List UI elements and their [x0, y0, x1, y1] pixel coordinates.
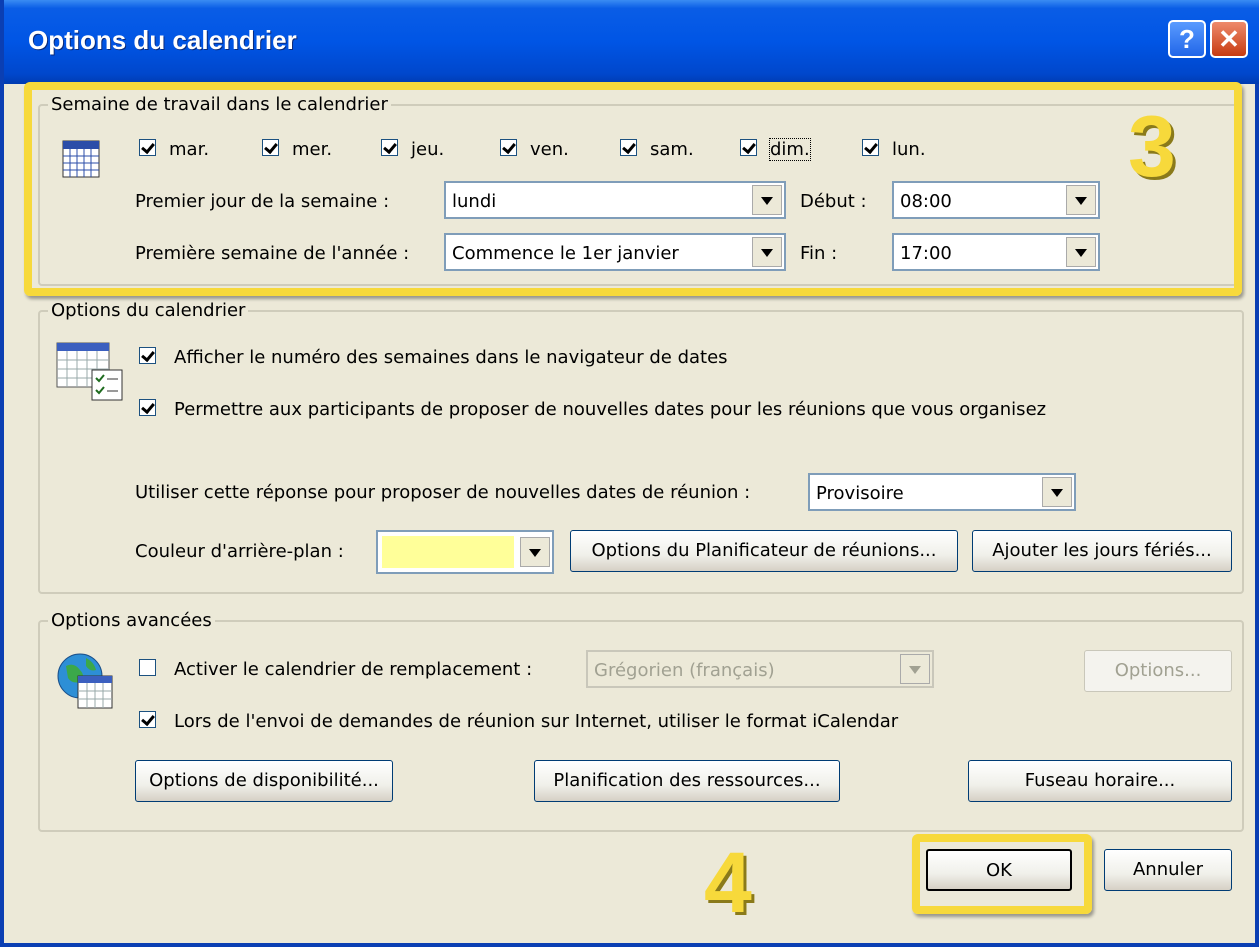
allow-propose-label: Permettre aux participants de proposer d… [174, 399, 1047, 420]
day-label-dim: dim. [769, 138, 811, 161]
cancel-button[interactable]: Annuler [1104, 849, 1232, 891]
add-holidays-button[interactable]: Ajouter les jours fériés... [972, 530, 1232, 572]
availability-options-button[interactable]: Options de disponibilité... [135, 760, 393, 802]
checkbox-day-dim[interactable] [740, 139, 757, 156]
response-label: Utiliser cette réponse pour proposer de … [135, 482, 751, 503]
week-numbers-label: Afficher le numéro des semaines dans le … [174, 347, 728, 368]
alt-calendar-options-button[interactable]: Options... [1084, 650, 1232, 692]
first-day-select[interactable]: lundi [444, 181, 786, 219]
chevron-down-icon[interactable] [752, 185, 782, 215]
end-time-value: 17:00 [900, 243, 952, 264]
first-day-label: Premier jour de la semaine : [135, 191, 390, 212]
checkbox-alt-calendar[interactable] [139, 659, 156, 676]
checkbox-icalendar[interactable] [139, 711, 156, 728]
day-label-lun: lun. [892, 139, 926, 160]
time-zone-button[interactable]: Fuseau horaire... [968, 760, 1232, 802]
start-time-select[interactable]: 08:00 [892, 181, 1100, 219]
advanced-options-legend: Options avancées [51, 610, 212, 631]
scheduler-options-button[interactable]: Options du Planificateur de réunions... [570, 530, 958, 572]
step-3-label: 3 [1128, 99, 1176, 195]
checkbox-day-jeu[interactable] [381, 139, 398, 156]
day-label-jeu: jeu. [411, 139, 445, 160]
checkbox-day-mer[interactable] [262, 139, 279, 156]
alt-calendar-label: Activer le calendrier de remplacement : [174, 659, 533, 680]
end-time-select[interactable]: 17:00 [892, 233, 1100, 271]
chevron-down-icon[interactable] [1066, 185, 1096, 215]
day-label-ven: ven. [530, 139, 569, 160]
work-week-legend: Semaine de travail dans le calendrier [51, 94, 388, 115]
ok-button[interactable]: OK [926, 849, 1072, 891]
chevron-down-icon[interactable] [1042, 477, 1072, 507]
calendar-grid-icon [62, 140, 100, 178]
first-day-value: lundi [452, 191, 497, 212]
alt-calendar-value: Grégorien (français) [594, 660, 775, 681]
first-week-select[interactable]: Commence le 1er janvier [444, 233, 786, 271]
checkbox-week-numbers[interactable] [139, 347, 156, 364]
day-label-mar: mar. [169, 139, 210, 160]
close-button[interactable]: ✕ [1210, 20, 1248, 58]
globe-calendar-icon [57, 653, 113, 709]
color-swatch [382, 536, 514, 568]
title-bar: Options du calendrier ? ✕ [4, 0, 1259, 84]
checkbox-allow-propose[interactable] [139, 399, 156, 416]
day-label-sam: sam. [650, 139, 694, 160]
response-select[interactable]: Provisoire [808, 473, 1076, 511]
checkbox-day-lun[interactable] [862, 139, 879, 156]
checkbox-day-ven[interactable] [500, 139, 517, 156]
chevron-down-icon[interactable] [1066, 237, 1096, 267]
calendar-options-icon [56, 342, 123, 401]
resource-scheduling-button[interactable]: Planification des ressources... [534, 760, 840, 802]
alt-calendar-select[interactable]: Grégorien (français) [586, 650, 934, 688]
help-button[interactable]: ? [1168, 20, 1206, 58]
calendar-options-legend: Options du calendrier [51, 300, 246, 321]
start-time-label: Début : [800, 191, 867, 212]
end-time-label: Fin : [800, 243, 838, 264]
bg-color-label: Couleur d'arrière-plan : [135, 541, 344, 562]
start-time-value: 08:00 [900, 191, 952, 212]
first-week-value: Commence le 1er janvier [452, 243, 679, 264]
bg-color-select[interactable] [376, 530, 554, 574]
dialog-title: Options du calendrier [28, 25, 297, 55]
response-value: Provisoire [816, 483, 904, 504]
first-week-label: Première semaine de l'année : [135, 243, 410, 264]
checkbox-day-mar[interactable] [139, 139, 156, 156]
chevron-down-icon[interactable] [520, 537, 550, 567]
chevron-down-icon[interactable] [752, 237, 782, 267]
chevron-down-icon[interactable] [900, 654, 930, 684]
close-icon: ✕ [1218, 24, 1240, 54]
checkbox-day-sam[interactable] [620, 139, 637, 156]
step-4-label: 4 [704, 835, 752, 931]
icalendar-label: Lors de l'envoi de demandes de réunion s… [174, 711, 899, 732]
options-dialog: Options du calendrier ? ✕ Semaine de tra… [0, 0, 1259, 947]
day-label-mer: mer. [292, 139, 333, 160]
